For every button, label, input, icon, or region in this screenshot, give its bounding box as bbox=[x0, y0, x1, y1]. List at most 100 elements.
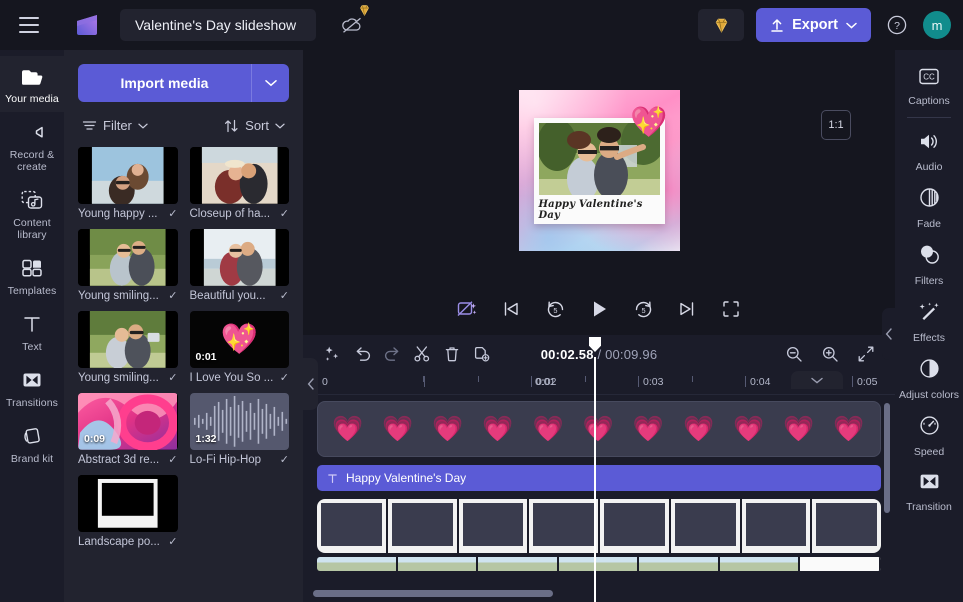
media-item[interactable]: Closeup of ha... ✓ bbox=[189, 147, 289, 220]
timeline-vertical-scrollbar[interactable] bbox=[884, 403, 890, 513]
frames-clip[interactable] bbox=[317, 499, 881, 553]
sidebar-item-filters[interactable]: Filters bbox=[895, 236, 963, 293]
skip-to-end-icon[interactable] bbox=[674, 296, 700, 322]
chevron-down-icon bbox=[264, 80, 277, 87]
hamburger-menu-icon[interactable] bbox=[12, 8, 46, 42]
skip-to-start-icon[interactable] bbox=[498, 296, 524, 322]
media-item[interactable]: Young smiling... ✓ bbox=[78, 229, 178, 302]
fullscreen-icon[interactable] bbox=[718, 296, 744, 322]
play-icon[interactable] bbox=[586, 296, 612, 322]
zoom-in-icon[interactable] bbox=[815, 340, 845, 368]
sidebar-item-label: Adjust colors bbox=[898, 389, 960, 401]
upgrade-premium-button[interactable] bbox=[698, 9, 745, 41]
media-item[interactable]: 0:09 Abstract 3d re... ✓ bbox=[78, 393, 178, 466]
magic-wand-icon[interactable] bbox=[317, 340, 347, 368]
sidebar-item-label: Brand kit bbox=[10, 453, 54, 465]
import-media-row: Import media bbox=[78, 64, 289, 102]
sidebar-item-transitions[interactable]: Transitions bbox=[0, 360, 64, 416]
sidebar-item-text[interactable]: Text bbox=[0, 304, 64, 360]
collapse-right-panel-button[interactable] bbox=[882, 308, 896, 360]
folder-icon bbox=[20, 64, 44, 88]
text-t-icon bbox=[21, 312, 43, 336]
media-name: Young smiling... bbox=[78, 289, 159, 302]
timeline-zoom-controls bbox=[779, 340, 881, 368]
fit-to-screen-icon[interactable] bbox=[851, 340, 881, 368]
help-button[interactable]: ? bbox=[883, 11, 911, 39]
sidebar-item-effects[interactable]: Effects bbox=[895, 293, 963, 350]
polaroid-frame-thumb bbox=[529, 499, 598, 553]
delete-trash-icon[interactable] bbox=[437, 340, 467, 368]
avatar-initial: m bbox=[931, 17, 943, 33]
media-checked-icon: ✓ bbox=[279, 208, 289, 220]
forward-5s-icon[interactable]: 5 bbox=[630, 296, 656, 322]
video-frame-thumb bbox=[639, 557, 720, 571]
sidebar-item-templates[interactable]: Templates bbox=[0, 248, 64, 304]
templates-grid-icon bbox=[20, 256, 44, 280]
sidebar-item-fade[interactable]: Fade bbox=[895, 179, 963, 236]
media-item[interactable]: Young smiling... ✓ bbox=[78, 311, 178, 384]
brand-kit-icon bbox=[20, 424, 44, 448]
video-canvas[interactable]: Happy Valentine's Day 💖 bbox=[518, 90, 680, 251]
media-item[interactable]: Young happy ... ✓ bbox=[78, 147, 178, 220]
media-item[interactable]: Beautiful you... ✓ bbox=[189, 229, 289, 302]
aspect-ratio-button[interactable]: 1:1 bbox=[821, 110, 851, 140]
avatar[interactable]: m bbox=[923, 11, 951, 39]
text-clip[interactable]: Happy Valentine's Day bbox=[317, 465, 881, 491]
sidebar-item-record-create[interactable]: Record & create bbox=[0, 112, 64, 180]
track-frames bbox=[317, 499, 881, 553]
closed-captions-icon: CC bbox=[917, 67, 941, 91]
media-item[interactable]: 1:32 Lo-Fi Hip-Hop ✓ bbox=[189, 393, 289, 466]
sparkle-heart-sticker-icon: 💖 bbox=[630, 106, 668, 139]
timeline-horizontal-scrollbar[interactable] bbox=[313, 590, 553, 597]
media-name: Young smiling... bbox=[78, 371, 159, 384]
media-checked-icon: ✓ bbox=[168, 454, 178, 466]
sidebar-item-label: Audio bbox=[915, 161, 943, 173]
sidebar-item-your-media[interactable]: Your media bbox=[0, 56, 64, 112]
split-scissors-icon[interactable] bbox=[407, 340, 437, 368]
svg-text:CC: CC bbox=[923, 73, 935, 82]
sidebar-item-transition[interactable]: Transition bbox=[895, 464, 963, 519]
undo-icon[interactable] bbox=[347, 340, 377, 368]
timecode-display: 00:02.58 / 00:09.96 bbox=[541, 347, 658, 362]
collapse-media-panel-button[interactable] bbox=[303, 358, 318, 410]
cloud-sync-status[interactable] bbox=[336, 5, 369, 41]
sidebar-item-speed[interactable]: Speed bbox=[895, 407, 963, 464]
sort-button[interactable]: Sort bbox=[224, 118, 285, 133]
sidebar-item-captions[interactable]: CC Captions bbox=[895, 60, 963, 113]
duplicate-icon[interactable] bbox=[467, 340, 497, 368]
rewind-5s-icon[interactable]: 5 bbox=[542, 296, 568, 322]
filter-button[interactable]: Filter bbox=[82, 118, 148, 133]
video-frame-thumb bbox=[317, 557, 398, 571]
total-time: 00:09.96 bbox=[605, 346, 658, 362]
sidebar-item-content-library[interactable]: Content library bbox=[0, 180, 64, 248]
video-clip[interactable] bbox=[317, 557, 881, 571]
media-checked-icon: ✓ bbox=[168, 208, 178, 220]
heart-sticker-icon: 💗 bbox=[482, 414, 514, 443]
import-media-dropdown[interactable] bbox=[251, 64, 289, 102]
zoom-out-icon[interactable] bbox=[779, 340, 809, 368]
track-stickers: 💗 💗 💗 💗 💗 💗 💗 💗 💗 💗 💗 bbox=[317, 401, 881, 457]
sticker-clip[interactable]: 💗 💗 💗 💗 💗 💗 💗 💗 💗 💗 💗 bbox=[317, 401, 881, 457]
magic-enhance-icon[interactable] bbox=[454, 296, 480, 322]
import-media-button[interactable]: Import media bbox=[78, 64, 251, 102]
sidebar-item-brand-kit[interactable]: Brand kit bbox=[0, 416, 64, 472]
export-button[interactable]: Export bbox=[756, 8, 871, 42]
media-item[interactable]: Landscape po... ✓ bbox=[78, 475, 178, 548]
project-title-input[interactable]: Valentine's Day slideshow bbox=[120, 9, 316, 41]
polaroid-frame-thumb bbox=[812, 499, 881, 553]
media-caption: Young smiling... ✓ bbox=[78, 371, 178, 385]
video-frame-thumb bbox=[478, 557, 559, 571]
transitions-icon bbox=[20, 368, 44, 392]
media-panel: Import media Filter Sort Young happy ...… bbox=[64, 50, 303, 602]
media-caption: Young happy ... ✓ bbox=[78, 207, 178, 221]
sidebar-item-audio[interactable]: Audio bbox=[895, 124, 963, 179]
media-thumbnail bbox=[189, 229, 289, 286]
media-item[interactable]: 💖 0:01 I Love You So ... ✓ bbox=[189, 311, 289, 384]
preview-area: 1:1 Happy Valentine's Day 💖 5 5 bbox=[303, 50, 895, 335]
redo-icon[interactable] bbox=[377, 340, 407, 368]
sidebar-item-adjust-colors[interactable]: Adjust colors bbox=[895, 350, 963, 407]
collapse-timeline-button[interactable] bbox=[791, 371, 843, 389]
media-caption: Landscape po... ✓ bbox=[78, 535, 178, 549]
left-sidebar: Your media Record & create Content libra… bbox=[0, 50, 64, 602]
media-thumbnail: 0:09 bbox=[78, 393, 178, 450]
